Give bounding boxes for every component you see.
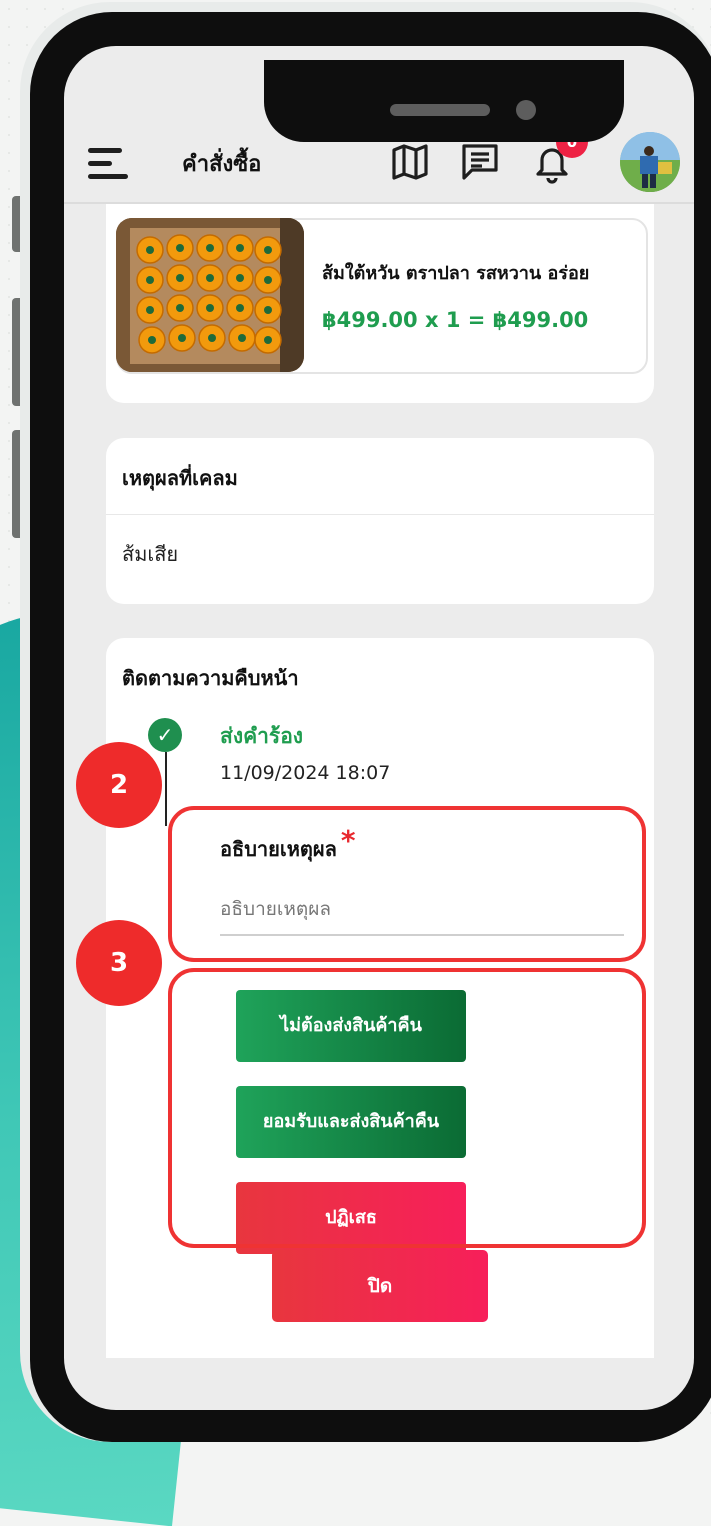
- product-price: ฿499.00 x 1 = ฿499.00: [322, 308, 589, 332]
- timeline-line: [165, 752, 167, 826]
- avatar[interactable]: [620, 132, 680, 192]
- check-icon: ✓: [148, 718, 182, 752]
- divider: [106, 514, 654, 515]
- page-title: คำสั่งซื้อ: [182, 152, 262, 177]
- step-timestamp: 11/09/2024 18:07: [220, 762, 391, 784]
- claim-reason-card: เหตุผลที่เคลม ส้มเสีย: [106, 438, 654, 604]
- claim-reason-value: ส้มเสีย: [122, 542, 179, 566]
- phone-notch: [264, 60, 624, 142]
- annotation-box-explain: [168, 806, 646, 962]
- product-name: ส้มใต้หวัน ตราปลา รสหวาน อร่อย: [322, 263, 590, 284]
- menu-icon[interactable]: [88, 144, 130, 184]
- front-camera: [516, 100, 536, 120]
- annotation-box-actions: [168, 968, 646, 1248]
- annotation-number-2: 2: [76, 742, 162, 828]
- annotation-number-3: 3: [76, 920, 162, 1006]
- tracking-title: ติดตามความคืบหน้า: [122, 666, 299, 690]
- claim-reason-title: เหตุผลที่เคลม: [122, 466, 238, 490]
- product-image: [116, 218, 304, 372]
- close-button[interactable]: ปิด: [272, 1250, 488, 1322]
- product-item[interactable]: ส้มใต้หวัน ตราปลา รสหวาน อร่อย ฿499.00 x…: [116, 218, 648, 374]
- speaker-grille: [390, 104, 490, 116]
- map-icon[interactable]: [388, 140, 432, 184]
- step-title: ส่งคำร้อง: [220, 724, 304, 748]
- chat-icon[interactable]: [458, 140, 502, 184]
